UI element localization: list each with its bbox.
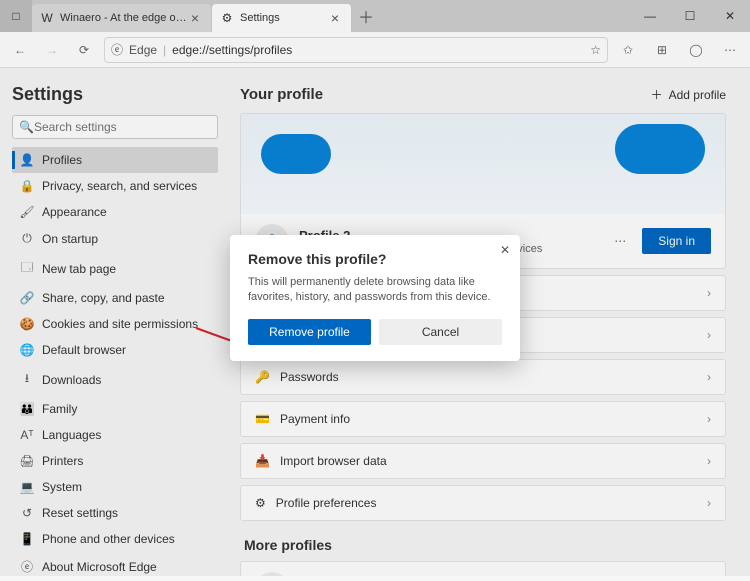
dialog-title: Remove this profile? <box>248 251 502 267</box>
remove-profile-button[interactable]: Remove profile <box>248 319 371 345</box>
dialog-overlay: ✕ Remove this profile? This will permane… <box>0 0 750 576</box>
remove-profile-dialog: ✕ Remove this profile? This will permane… <box>230 235 520 362</box>
cancel-button[interactable]: Cancel <box>379 319 502 345</box>
dialog-body: This will permanently delete browsing da… <box>248 275 502 306</box>
dialog-close-icon[interactable]: ✕ <box>500 243 510 257</box>
